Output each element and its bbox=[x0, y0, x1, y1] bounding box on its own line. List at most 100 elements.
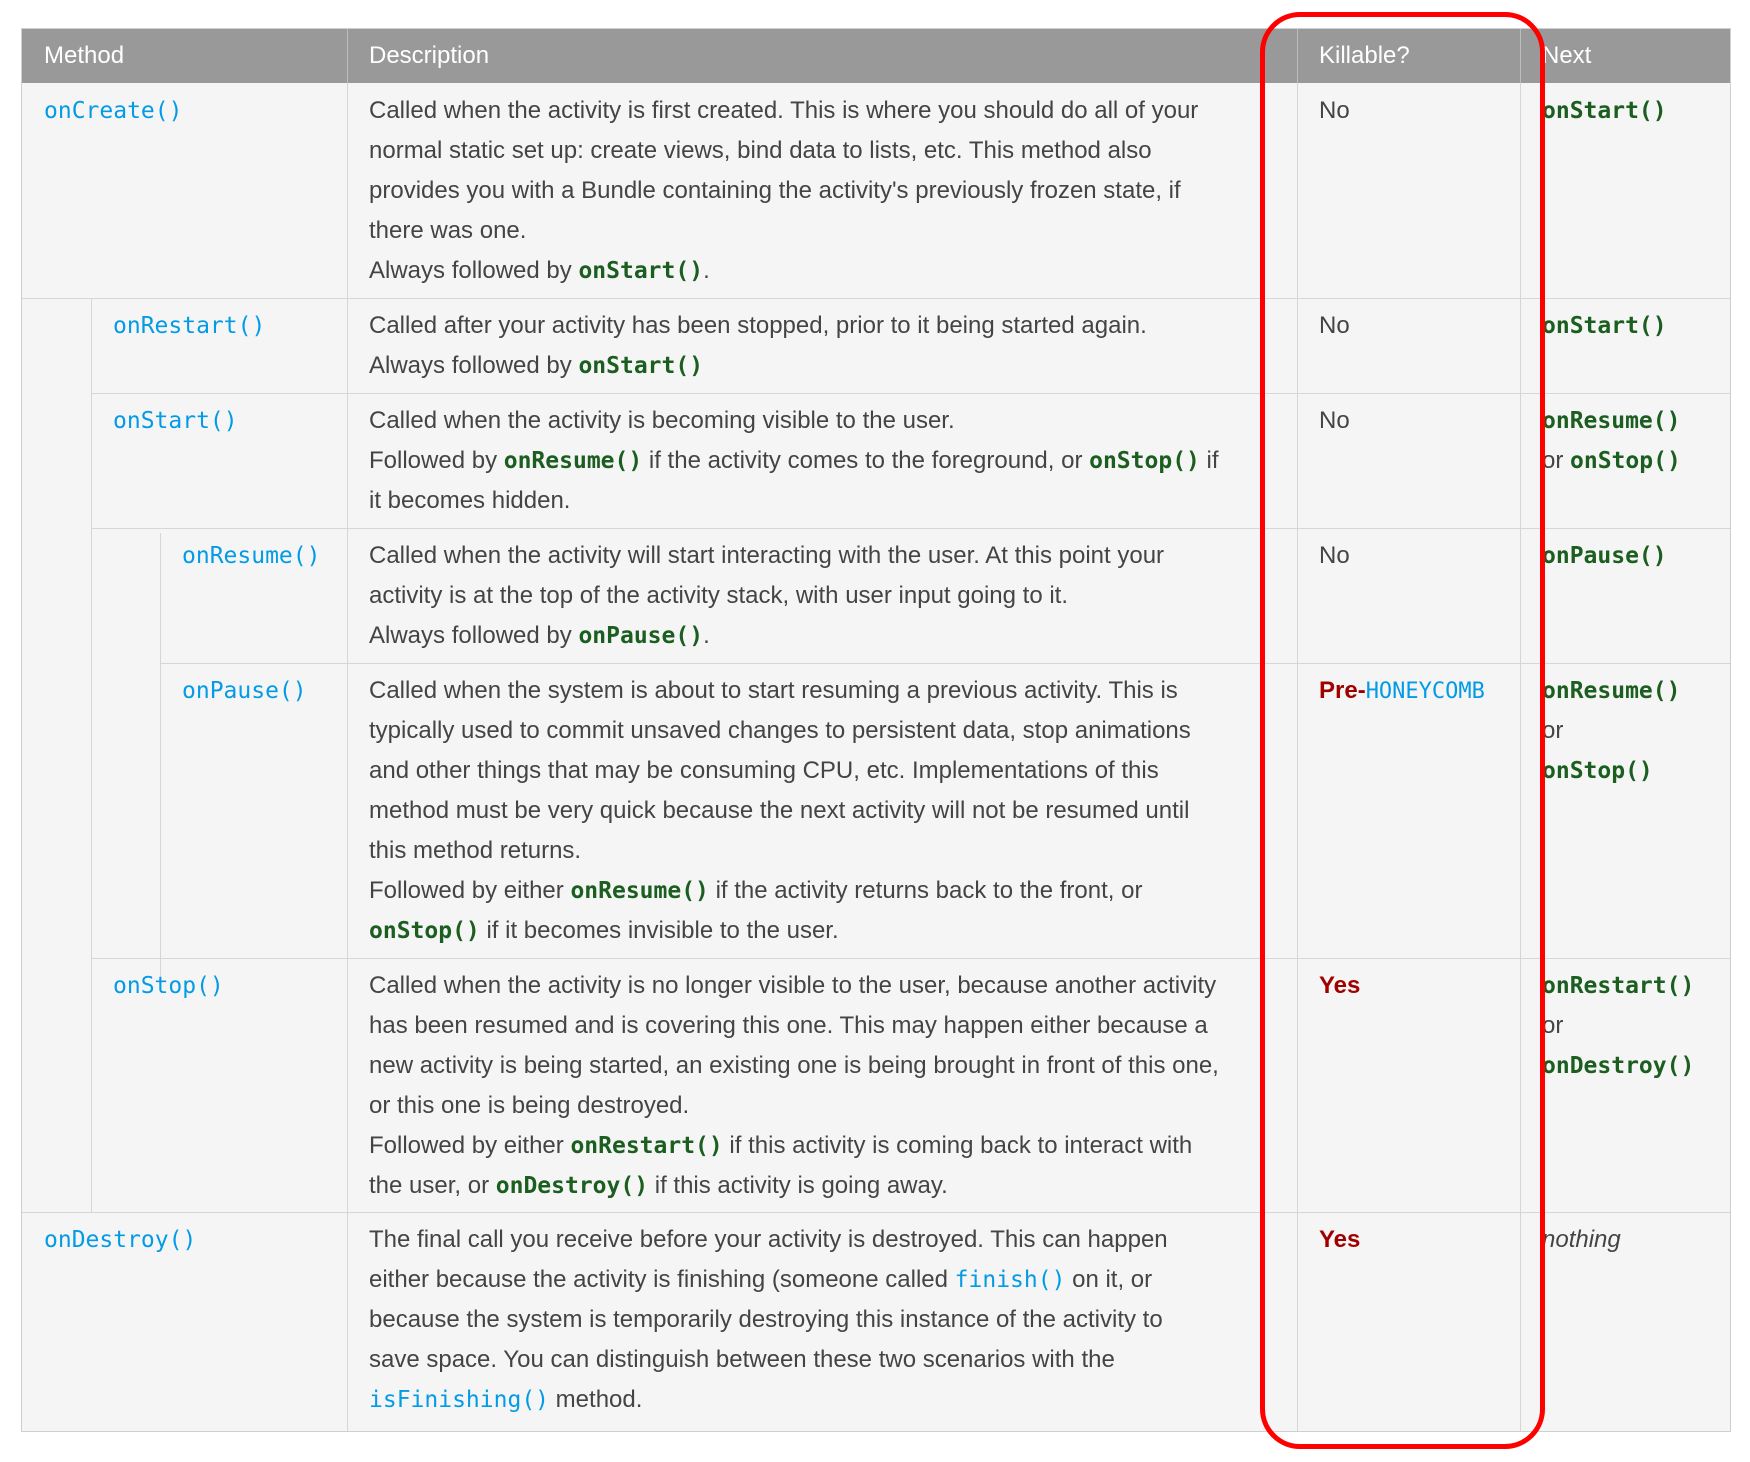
next-method: onStop() bbox=[1542, 758, 1653, 784]
desc-text: Always followed by bbox=[369, 352, 579, 379]
desc-line: Called when the activity is no longer vi… bbox=[369, 972, 1217, 999]
desc-text: Always followed by bbox=[369, 622, 579, 649]
desc-line: typically used to commit unsaved changes… bbox=[369, 717, 1191, 744]
next-onstop: onRestart() or onDestroy() bbox=[1542, 966, 1694, 1086]
description-onstop: Called when the activity is no longer vi… bbox=[369, 966, 1294, 1206]
next-method: onPause() bbox=[1542, 543, 1667, 569]
desc-text: if it becomes invisible to the user. bbox=[479, 917, 839, 944]
description-oncreate: Called when the activity is first create… bbox=[369, 91, 1289, 291]
desc-line: Called after your activity has been stop… bbox=[369, 312, 1147, 339]
description-onpause: Called when the system is about to start… bbox=[369, 671, 1289, 951]
description-onstart: Called when the activity is becoming vis… bbox=[369, 401, 1289, 521]
desc-line: The final call you receive before your a… bbox=[369, 1226, 1168, 1253]
method-onstop[interactable]: onStop() bbox=[113, 966, 224, 1006]
desc-text: Always followed by bbox=[369, 257, 579, 284]
desc-text: either because the activity is finishing… bbox=[369, 1266, 955, 1293]
desc-line: or this one is being destroyed. bbox=[369, 1092, 690, 1119]
desc-line: normal static set up: create views, bind… bbox=[369, 137, 1152, 164]
desc-text: if the activity returns back to the fron… bbox=[708, 877, 1143, 904]
next-method: onStart() bbox=[1542, 98, 1667, 124]
desc-line: the user, or onDestroy() if this activit… bbox=[369, 1166, 1294, 1206]
next-method: onResume() bbox=[1542, 408, 1681, 434]
killable-column-highlight bbox=[1260, 12, 1545, 1449]
desc-text: if bbox=[1199, 447, 1219, 474]
desc-line: save space. You can distinguish between … bbox=[369, 1346, 1115, 1373]
next-oncreate: onStart() bbox=[1542, 91, 1667, 131]
header-description: Description bbox=[347, 29, 1297, 83]
desc-line: and other things that may be consuming C… bbox=[369, 757, 1159, 784]
next-method: onStop() bbox=[1570, 448, 1681, 474]
description-onresume: Called when the activity will start inte… bbox=[369, 536, 1289, 656]
next-method: onDestroy() bbox=[1542, 1053, 1695, 1079]
desc-text: Followed by either bbox=[369, 1132, 571, 1159]
desc-text: . bbox=[703, 257, 710, 284]
desc-line: Called when the activity is becoming vis… bbox=[369, 407, 955, 434]
code-onstop: onStop() bbox=[369, 918, 480, 944]
description-ondestroy: The final call you receive before your a… bbox=[369, 1220, 1289, 1420]
desc-line: method must be very quick because the ne… bbox=[369, 797, 1190, 824]
method-oncreate[interactable]: onCreate() bbox=[44, 91, 182, 131]
desc-line: new activity is being started, an existi… bbox=[369, 1052, 1219, 1079]
column-divider bbox=[347, 83, 348, 1431]
next-onresume: onPause() bbox=[1542, 536, 1667, 576]
desc-text: if the activity comes to the foreground,… bbox=[642, 447, 1090, 474]
desc-text: if this activity is coming back to inter… bbox=[722, 1132, 1193, 1159]
header-next: Next bbox=[1520, 29, 1730, 83]
desc-line: Followed by either onRestart() if this a… bbox=[369, 1126, 1294, 1166]
header-divider bbox=[347, 29, 348, 83]
desc-text: if this activity is going away. bbox=[648, 1172, 948, 1199]
code-onstart: onStart() bbox=[578, 353, 704, 379]
desc-text: Followed by bbox=[369, 447, 504, 474]
code-ondestroy: onDestroy() bbox=[495, 1173, 649, 1199]
desc-line: Always followed by onStart(). bbox=[369, 251, 1289, 291]
isfinishing-link[interactable]: isFinishing() bbox=[369, 1387, 549, 1413]
code-onresume: onResume() bbox=[570, 878, 709, 904]
desc-text: Followed by either bbox=[369, 877, 571, 904]
next-or: or bbox=[1542, 1012, 1564, 1039]
desc-line: activity is at the top of the activity s… bbox=[369, 582, 1068, 609]
desc-line: Called when the activity is first create… bbox=[369, 97, 1199, 124]
code-onresume: onResume() bbox=[503, 448, 643, 474]
desc-line: Always followed by onPause(). bbox=[369, 616, 1289, 656]
desc-line: provides you with a Bundle containing th… bbox=[369, 177, 1181, 204]
desc-text: the user, or bbox=[369, 1172, 496, 1199]
method-onrestart[interactable]: onRestart() bbox=[113, 306, 265, 346]
next-onstart: onResume() or onStop() bbox=[1542, 401, 1681, 481]
code-onpause: onPause() bbox=[578, 623, 704, 649]
desc-line: Always followed by onStart() bbox=[369, 346, 1289, 386]
method-onresume[interactable]: onResume() bbox=[182, 536, 320, 576]
desc-text: . bbox=[703, 622, 710, 649]
method-onpause[interactable]: onPause() bbox=[182, 671, 307, 711]
next-onpause: onResume() or onStop() bbox=[1542, 671, 1680, 791]
next-or: or bbox=[1542, 717, 1564, 744]
desc-line: onStop() if it becomes invisible to the … bbox=[369, 911, 1289, 951]
method-ondestroy[interactable]: onDestroy() bbox=[44, 1220, 196, 1260]
next-method: onStart() bbox=[1542, 313, 1667, 339]
next-onrestart: onStart() bbox=[1542, 306, 1667, 346]
desc-line: Called when the activity will start inte… bbox=[369, 542, 1165, 569]
description-onrestart: Called after your activity has been stop… bbox=[369, 306, 1289, 386]
finish-link[interactable]: finish() bbox=[955, 1267, 1066, 1293]
desc-line: has been resumed and is covering this on… bbox=[369, 1012, 1208, 1039]
desc-line: it becomes hidden. bbox=[369, 487, 571, 514]
next-method: onResume() bbox=[1542, 678, 1681, 704]
desc-line: Followed by either onResume() if the act… bbox=[369, 871, 1289, 911]
next-line: or onStop() bbox=[1542, 441, 1681, 481]
next-or: or bbox=[1542, 447, 1571, 474]
desc-line: because the system is temporarily destro… bbox=[369, 1306, 1163, 1333]
desc-text: method. bbox=[549, 1386, 643, 1413]
next-method: onRestart() bbox=[1542, 973, 1695, 999]
indent-divider bbox=[160, 533, 161, 988]
desc-line: Followed by onResume() if the activity c… bbox=[369, 441, 1289, 481]
desc-line: either because the activity is finishing… bbox=[369, 1260, 1289, 1300]
code-onrestart: onRestart() bbox=[570, 1133, 723, 1159]
next-ondestroy: nothing bbox=[1542, 1226, 1621, 1253]
code-onstop: onStop() bbox=[1089, 448, 1200, 474]
desc-line: isFinishing() method. bbox=[369, 1380, 1289, 1420]
desc-line: there was one. bbox=[369, 217, 527, 244]
desc-line: this method returns. bbox=[369, 837, 582, 864]
header-method: Method bbox=[22, 29, 347, 83]
method-onstart[interactable]: onStart() bbox=[113, 401, 238, 441]
desc-text: on it, or bbox=[1065, 1266, 1153, 1293]
desc-line: Called when the system is about to start… bbox=[369, 677, 1178, 704]
